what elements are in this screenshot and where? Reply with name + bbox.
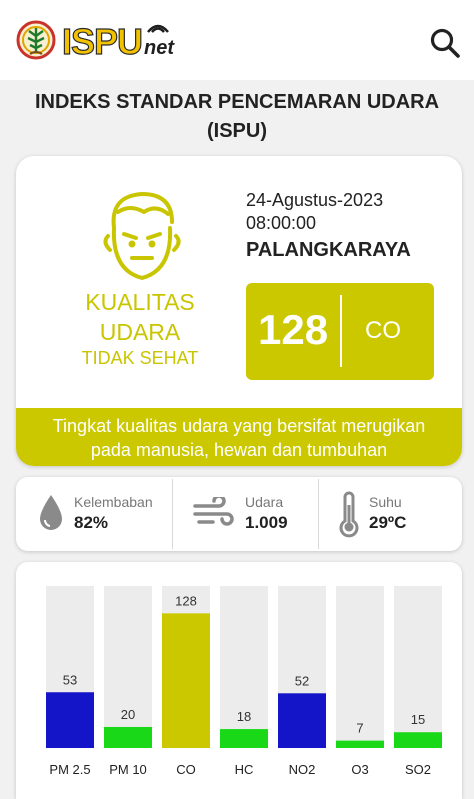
ispunet-logo[interactable]: ISPU net (16, 18, 176, 64)
page-title-line1: INDEKS STANDAR PENCEMARAN UDARA (34, 91, 440, 113)
logo-suffix: net (144, 37, 174, 59)
value-divider (340, 295, 342, 367)
stat-air-pressure-value: 1.009 (245, 513, 288, 532)
stat-temperature-value: 29ºC (369, 513, 407, 532)
pollutant-bar-chart: 53 PM 2.5 20 PM 10 128 CO 18 HC 52 NO2 7 O3 15 SO2 (46, 586, 442, 777)
measurement-date: 24-Agustus-2023 (246, 190, 384, 210)
stat-temperature-label: Suhu (369, 494, 402, 510)
bar-track (104, 586, 152, 748)
bar-pm-2-5[interactable] (46, 692, 94, 748)
search-icon (430, 28, 460, 58)
quality-status: TIDAK SEHAT (81, 348, 199, 368)
bar-co[interactable] (162, 613, 210, 748)
status-description-line1: Tingkat kualitas udara yang bersifat mer… (52, 416, 426, 436)
search-button[interactable] (428, 26, 462, 60)
stat-humidity-value: 82% (74, 513, 109, 532)
ispu-value: 128 (258, 306, 329, 353)
category-label: PM 2.5 (49, 762, 90, 777)
stat-air-pressure: Udara 1.009 (173, 477, 321, 551)
status-description: Tingkat kualitas udara yang bersifat mer… (16, 408, 462, 466)
bar-value-label: 53 (63, 672, 77, 687)
stat-humidity-label: Kelembaban (74, 494, 153, 510)
page-title: INDEKS STANDAR PENCEMARAN UDARA (ISPU) (0, 88, 474, 146)
quality-label-line2: UDARA (99, 319, 181, 345)
category-label: HC (235, 762, 254, 777)
bar-hc[interactable] (220, 729, 268, 748)
ispu-value-box: 128 CO (246, 283, 434, 380)
quality-label-line1: KUALITAS (85, 289, 195, 315)
app-header: ISPU net (0, 0, 474, 80)
stat-temperature: Suhu 29ºC (319, 477, 467, 551)
status-description-line2: pada manusia, hewan dan tumbuhan (90, 440, 388, 460)
logo-wordmark: ISPU (61, 21, 143, 62)
bar-value-label: 20 (121, 707, 135, 722)
city-name: PALANGKARAYA (246, 239, 411, 261)
category-label: NO2 (289, 762, 316, 777)
critical-parameter: CO (365, 317, 401, 344)
stat-humidity: Kelembaban 82% (16, 477, 164, 551)
page-title-line2: (ISPU) (207, 120, 267, 142)
category-label: O3 (351, 762, 368, 777)
bar-value-label: 52 (295, 673, 309, 688)
air-quality-card: KUALITAS UDARA TIDAK SEHAT 24-Agustus-20… (16, 156, 462, 466)
water-drop-icon (40, 495, 62, 530)
bar-so2[interactable] (394, 732, 442, 748)
bar-pm-10[interactable] (104, 726, 152, 748)
signal-icon (147, 24, 169, 33)
bar-o3[interactable] (336, 740, 384, 748)
pollutant-chart-card: 53 PM 2.5 20 PM 10 128 CO 18 HC 52 NO2 7 O3 15 SO2 (16, 562, 462, 799)
bar-value-label: 7 (356, 721, 363, 736)
measurement-time: 08:00:00 (246, 213, 317, 233)
bar-value-label: 128 (175, 593, 197, 608)
bar-no2[interactable] (278, 693, 326, 748)
bar-value-label: 18 (237, 709, 251, 724)
thermometer-icon (339, 491, 359, 538)
klhk-emblem-icon (16, 20, 56, 60)
category-label: CO (176, 762, 196, 777)
stat-air-pressure-label: Udara (245, 494, 284, 510)
unhappy-face-icon (103, 192, 181, 280)
category-label: SO2 (405, 762, 431, 777)
category-label: PM 10 (109, 762, 147, 777)
weather-stats: Kelembaban 82% Udara 1.009 Suhu 29ºC (16, 477, 462, 551)
wind-icon (193, 497, 234, 526)
bar-value-label: 15 (411, 712, 425, 727)
